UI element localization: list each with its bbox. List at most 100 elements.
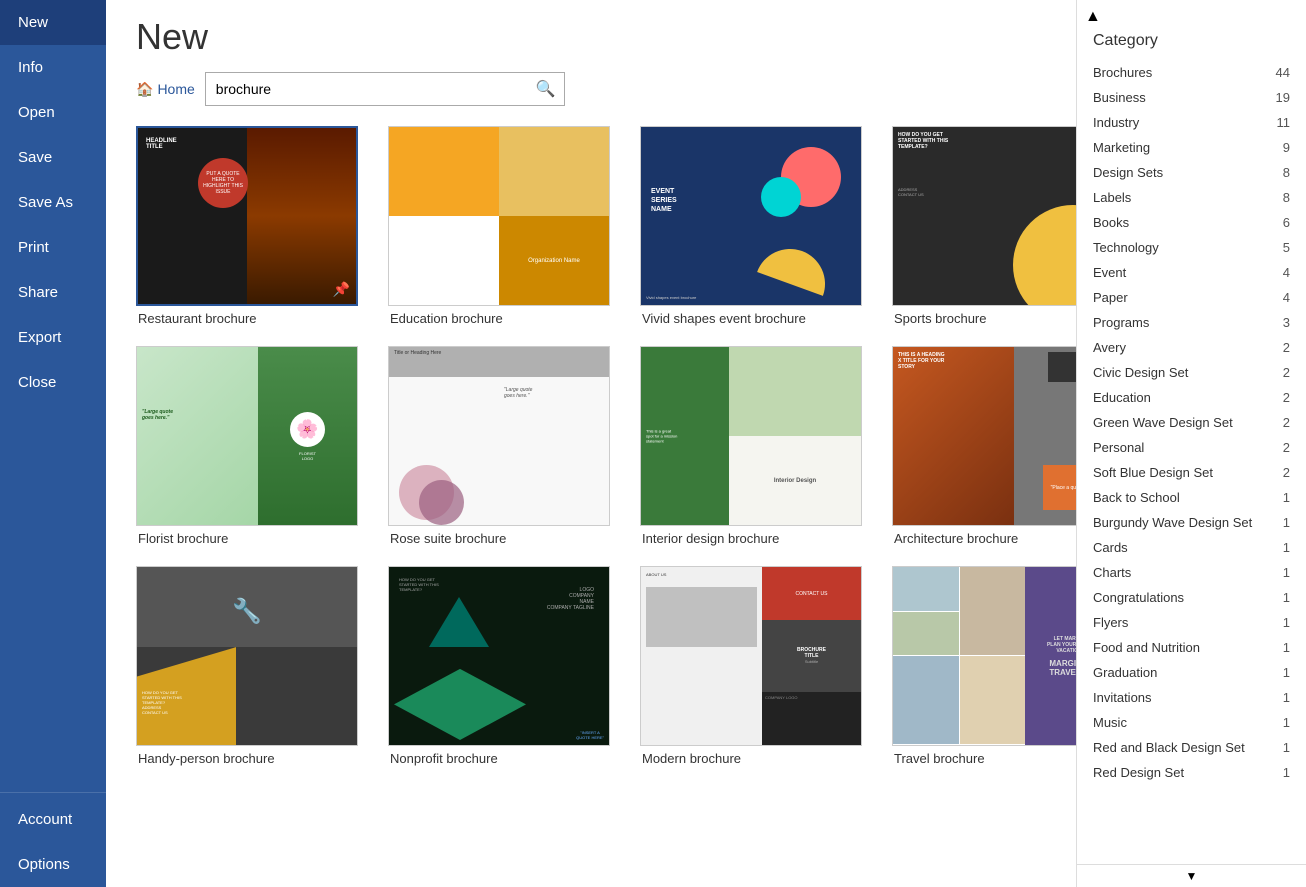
home-label: Home <box>157 81 194 97</box>
category-item[interactable]: Soft Blue Design Set 2 <box>1077 460 1306 485</box>
category-count: 2 <box>1283 465 1290 480</box>
sidebar-item-close[interactable]: Close <box>0 360 106 405</box>
page-title: New <box>136 16 1046 58</box>
home-icon: 🏠 <box>136 81 153 98</box>
category-count: 1 <box>1283 640 1290 655</box>
category-item[interactable]: Avery2 <box>1077 335 1306 360</box>
template-thumbnail: EVENTSERIESNAME Vivid shapes event broch… <box>640 126 862 306</box>
template-label: Education brochure <box>388 311 610 326</box>
category-item[interactable]: Education2 <box>1077 385 1306 410</box>
category-name: Cards <box>1093 540 1128 555</box>
category-item[interactable]: Industry11 <box>1077 110 1306 135</box>
category-count: 19 <box>1276 90 1290 105</box>
template-item[interactable]: Title or Heading Here "Large quotegoes h… <box>388 346 610 546</box>
category-item[interactable]: Business19 <box>1077 85 1306 110</box>
template-label: Modern brochure <box>640 751 862 766</box>
category-item[interactable]: Cards 1 <box>1077 535 1306 560</box>
category-item[interactable]: Event4 <box>1077 260 1306 285</box>
template-item[interactable]: 🔧 HOW DO YOU GETSTARTED WITH THISTEMPLAT… <box>136 566 358 766</box>
category-count: 2 <box>1283 365 1290 380</box>
category-count: 44 <box>1276 65 1290 80</box>
category-item[interactable]: Labels8 <box>1077 185 1306 210</box>
sidebar-item-share[interactable]: Share <box>0 270 106 315</box>
sidebar-item-info[interactable]: Info <box>0 45 106 90</box>
category-item[interactable]: Marketing 9 <box>1077 135 1306 160</box>
template-item[interactable]: HOW DO YOU GETSTARTED WITH THISTEMPLATE?… <box>388 566 610 766</box>
category-item[interactable]: Design Sets8 <box>1077 160 1306 185</box>
template-item[interactable]: HEADLINETITLE PUT A QUOTE HERE TO HIGHLI… <box>136 126 358 326</box>
template-thumbnail: Organization Name <box>388 126 610 306</box>
category-count: 1 <box>1283 590 1290 605</box>
category-item[interactable]: Food and Nutrition1 <box>1077 635 1306 660</box>
template-item[interactable]: Organization Name Education brochure <box>388 126 610 326</box>
home-button[interactable]: 🏠 Home <box>136 81 195 98</box>
category-name: Paper <box>1093 290 1128 305</box>
sidebar-item-print[interactable]: Print <box>0 225 106 270</box>
category-count: 1 <box>1283 515 1290 530</box>
category-item[interactable]: Charts1 <box>1077 560 1306 585</box>
category-item[interactable]: Invitations1 <box>1077 685 1306 710</box>
template-thumbnail: 🔧 HOW DO YOU GETSTARTED WITH THISTEMPLAT… <box>136 566 358 746</box>
sports-circle <box>1013 205 1076 305</box>
category-count: 9 <box>1283 140 1290 155</box>
category-name: Soft Blue Design Set <box>1093 465 1213 480</box>
category-count: 1 <box>1283 615 1290 630</box>
template-thumbnail: HEADLINETITLE PUT A QUOTE HERE TO HIGHLI… <box>136 126 358 306</box>
category-count: 1 <box>1283 540 1290 555</box>
category-item[interactable]: Red and Black Design Set1 <box>1077 735 1306 760</box>
vivid-shape2 <box>761 177 801 217</box>
category-header: Category <box>1077 16 1306 60</box>
category-item[interactable]: Flyers1 <box>1077 610 1306 635</box>
template-label: Interior design brochure <box>640 531 862 546</box>
right-panel: ▲ Category Brochures44Business19Industry… <box>1076 0 1306 887</box>
vivid-shape3 <box>757 239 835 296</box>
scroll-up-button[interactable]: ▲ <box>1085 8 1093 16</box>
search-button[interactable]: 🔍 <box>528 73 564 105</box>
category-count: 2 <box>1283 390 1290 405</box>
sidebar-item-new[interactable]: New <box>0 0 106 45</box>
category-item[interactable]: Books6 <box>1077 210 1306 235</box>
template-item[interactable]: ABOUT US CONTACT US BROCHURETITLE Subtit… <box>640 566 862 766</box>
category-item[interactable]: Technology5 <box>1077 235 1306 260</box>
category-item[interactable]: Burgundy Wave Design Set 1 <box>1077 510 1306 535</box>
sidebar-divider <box>0 792 106 793</box>
gallery-area: HEADLINETITLE PUT A QUOTE HERE TO HIGHLI… <box>106 116 1076 887</box>
category-item[interactable]: Brochures44 <box>1077 60 1306 85</box>
scroll-down-button[interactable]: ▼ <box>1186 869 1198 883</box>
category-item[interactable]: Civic Design Set2 <box>1077 360 1306 385</box>
template-item[interactable]: 🌸 FLORISTLOGO "Large quotegoes here." Fl… <box>136 346 358 546</box>
sidebar-item-open[interactable]: Open <box>0 90 106 135</box>
category-name: Books <box>1093 215 1129 230</box>
search-container: 🔍 <box>205 72 565 106</box>
search-input[interactable] <box>206 75 528 103</box>
category-count: 11 <box>1277 115 1291 130</box>
sidebar-item-export[interactable]: Export <box>0 315 106 360</box>
category-item[interactable]: Back to School1 <box>1077 485 1306 510</box>
category-item[interactable]: Graduation1 <box>1077 660 1306 685</box>
category-item[interactable]: Personal2 <box>1077 435 1306 460</box>
sidebar-item-save[interactable]: Save <box>0 135 106 180</box>
template-item[interactable]: EVENTSERIESNAME Vivid shapes event broch… <box>640 126 862 326</box>
category-name: Red and Black Design Set <box>1093 740 1245 755</box>
category-item[interactable]: Music1 <box>1077 710 1306 735</box>
template-thumbnail: Title or Heading Here "Large quotegoes h… <box>388 346 610 526</box>
template-item[interactable]: HOW DO YOU GETSTARTED WITH THISTEMPLATE?… <box>892 126 1076 326</box>
category-name: Design Sets <box>1093 165 1163 180</box>
sidebar-item-account[interactable]: Account <box>0 797 106 842</box>
category-name: Burgundy Wave Design Set <box>1093 515 1252 530</box>
category-name: Marketing <box>1093 140 1150 155</box>
category-item[interactable]: Red Design Set1 <box>1077 760 1306 785</box>
vivid-text: EVENTSERIESNAME <box>651 187 677 214</box>
category-item[interactable]: Congratulations1 <box>1077 585 1306 610</box>
sidebar-item-options[interactable]: Options <box>0 842 106 887</box>
nav-bar: 🏠 Home 🔍 <box>136 72 1046 106</box>
template-item[interactable]: Interior Design This is a greatspot for … <box>640 346 862 546</box>
template-item[interactable]: THIS IS A HEADINGX TITLE FOR YOURSTORY "… <box>892 346 1076 546</box>
template-item[interactable]: LET MARGIEPLAN YOUR NEXTVACATION MARGIE'… <box>892 566 1076 766</box>
category-count: 1 <box>1283 690 1290 705</box>
category-item[interactable]: Programs3 <box>1077 310 1306 335</box>
sidebar-item-saveas[interactable]: Save As <box>0 180 106 225</box>
category-item[interactable]: Green Wave Design Set2 <box>1077 410 1306 435</box>
category-count: 8 <box>1283 190 1290 205</box>
category-item[interactable]: Paper4 <box>1077 285 1306 310</box>
